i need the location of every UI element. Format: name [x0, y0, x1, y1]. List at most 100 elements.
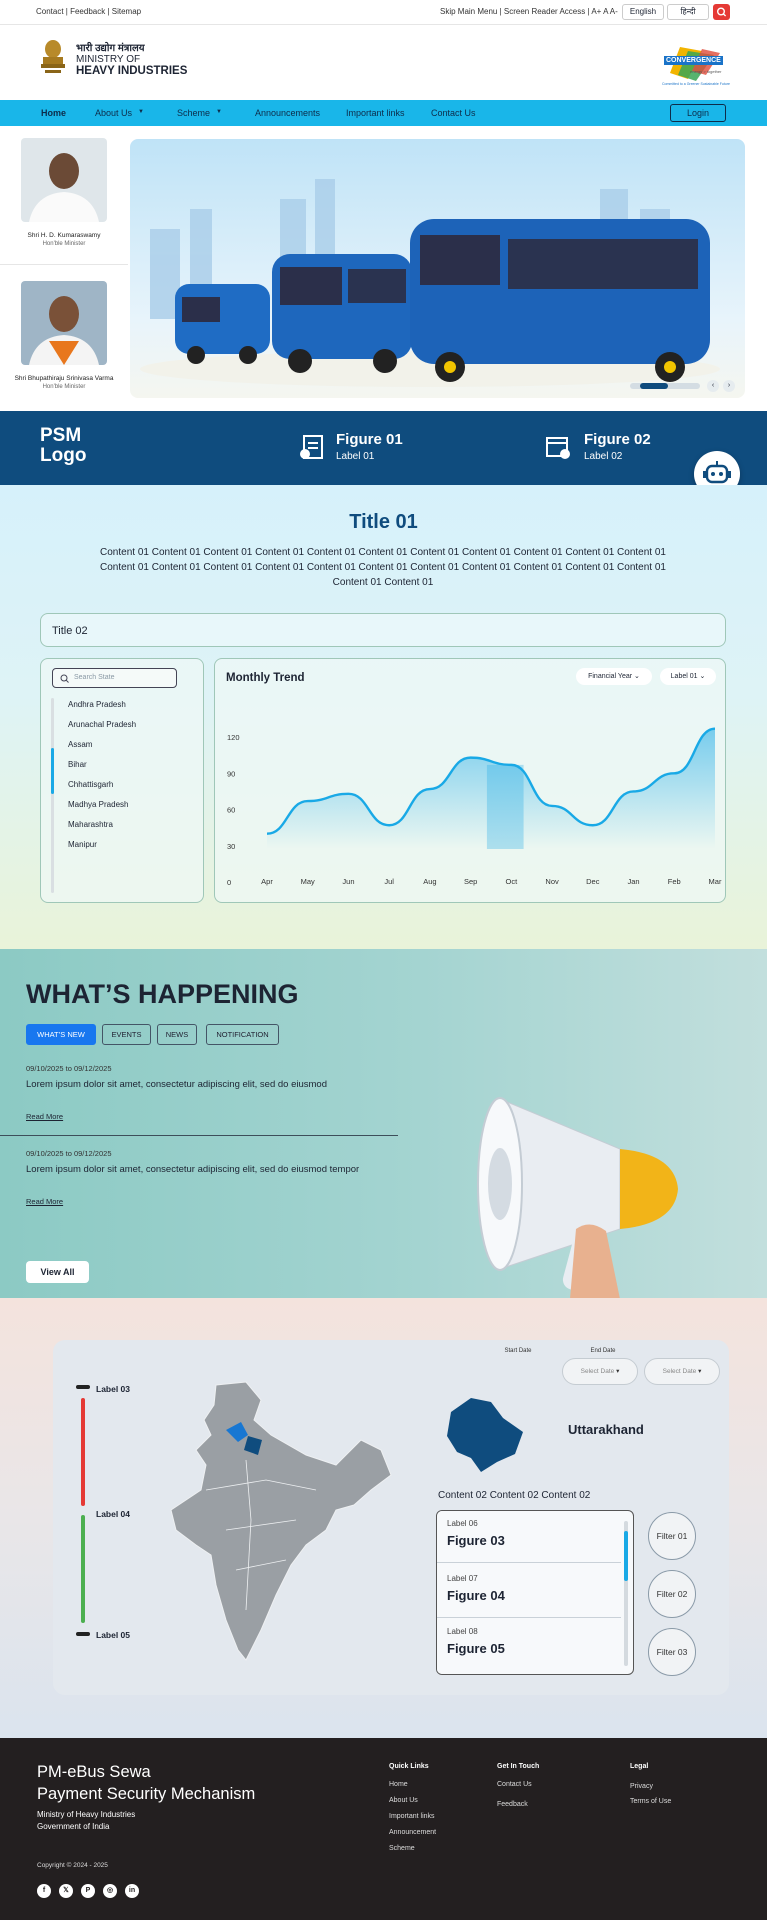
x-icon[interactable]: 𝕏	[59, 1884, 73, 1898]
figure-label: Label 02	[584, 451, 623, 462]
read-more-link[interactable]: Read More	[26, 1112, 63, 1121]
footer-link[interactable]: Contact Us	[497, 1781, 532, 1788]
minister-role: Hon'ble Minister	[42, 241, 86, 247]
state-name: Uttarakhand	[568, 1422, 644, 1437]
filter-button[interactable]: Filter 01	[648, 1512, 696, 1560]
legend-label: Label 05	[96, 1630, 131, 1640]
slider-indicator[interactable]	[630, 383, 700, 389]
linkedin-icon[interactable]: in	[125, 1884, 139, 1898]
view-all-button[interactable]: View All	[26, 1261, 89, 1283]
footer-link[interactable]: Terms of Use	[630, 1798, 671, 1805]
footer-link[interactable]: Home	[389, 1781, 408, 1788]
india-map[interactable]	[166, 1380, 396, 1670]
utility-links[interactable]: Contact | Feedback | Sitemap	[36, 7, 141, 16]
caret-down-icon: ▾	[698, 1368, 702, 1375]
figure-value: Figure 02	[584, 431, 651, 448]
figure-list: Label 06 Figure 03 Label 07 Figure 04 La…	[436, 1510, 634, 1675]
state-list-item[interactable]: Assam	[68, 739, 136, 759]
partner-tagline: Committed to a Greener Sustainable Futur…	[662, 82, 730, 86]
footer-link[interactable]: Scheme	[389, 1845, 415, 1852]
footer-link[interactable]: About Us	[389, 1797, 418, 1804]
news-date: 09/10/2025 to 09/12/2025	[26, 1149, 112, 1158]
footer-link[interactable]: Important links	[389, 1813, 435, 1820]
state-list-item[interactable]: Chhattisgarh	[68, 779, 136, 799]
chart-panel: Monthly Trend Financial Year ⌄ Label 01 …	[214, 658, 726, 903]
chevron-down-icon[interactable]: ▼	[216, 109, 222, 115]
filter-button[interactable]: Filter 02	[648, 1570, 696, 1618]
state-list-item[interactable]: Andhra Pradesh	[68, 699, 136, 719]
brand-header: भारी उद्योग मंत्रालय MINISTRY OF HEAVY I…	[0, 25, 767, 100]
minister-name: Shri H. D. Kumaraswamy	[27, 232, 101, 239]
footer-link[interactable]: Announcement	[389, 1829, 436, 1836]
state-list-item[interactable]: Manipur	[68, 839, 136, 859]
partner-logo-text: CONVERGENCE	[664, 56, 723, 65]
login-button[interactable]: Login	[670, 104, 726, 122]
instagram-icon[interactable]: ◎	[103, 1884, 117, 1898]
legend-label: Label 04	[96, 1509, 131, 1519]
read-more-link[interactable]: Read More	[26, 1197, 63, 1206]
filter-button[interactable]: Filter 03	[648, 1628, 696, 1676]
state-content: Content 02 Content 02 Content 02	[438, 1490, 591, 1501]
start-date-select[interactable]: Select Date ▾	[562, 1358, 638, 1385]
list-scrollbar[interactable]	[624, 1521, 628, 1666]
figure-value: Figure 03	[447, 1533, 505, 1548]
y-tick-label: 0	[227, 878, 231, 887]
next-arrow-icon[interactable]: ›	[723, 380, 735, 392]
nav-important-links[interactable]: Important links	[346, 108, 405, 118]
tab-news[interactable]: NEWS	[157, 1024, 197, 1045]
legend-bar-green	[81, 1515, 85, 1623]
x-tick-label: May	[301, 877, 315, 886]
nav-contact[interactable]: Contact Us	[431, 108, 476, 118]
state-list-item[interactable]: Maharashtra	[68, 819, 136, 839]
facebook-icon[interactable]: f	[37, 1884, 51, 1898]
ministry-line2: HEAVY INDUSTRIES	[76, 65, 188, 77]
list-scrollbar[interactable]	[51, 698, 54, 893]
lang-english[interactable]: English	[622, 4, 664, 20]
state-list-item[interactable]: Bihar	[68, 759, 136, 779]
start-date-label: Start Date	[504, 1348, 532, 1354]
title-bar-label: Title 02	[52, 625, 88, 637]
figure-value: Figure 04	[447, 1588, 505, 1603]
prev-arrow-icon[interactable]: ‹	[707, 380, 719, 392]
copyright: Copyright © 2024 - 2025	[37, 1862, 108, 1869]
x-tick-label: Aug	[423, 877, 436, 886]
divider	[0, 1135, 398, 1136]
minister-photo	[21, 138, 107, 222]
legend-marker	[76, 1632, 90, 1636]
legend-marker	[76, 1385, 90, 1389]
accessibility-links[interactable]: Skip Main Menu | Screen Reader Access | …	[440, 7, 618, 16]
ministry-hindi: भारी उद्योग मंत्रालय	[76, 43, 145, 54]
search-state-input[interactable]: Search State	[52, 668, 177, 688]
y-tick-label: 120	[227, 733, 240, 742]
figure-item: Label 06 Figure 03	[437, 1511, 621, 1563]
hero-banner: ‹ ›	[130, 139, 745, 398]
footer-col-head: Legal	[630, 1763, 649, 1770]
partner-logo: CONVERGENCE energy > together Committed …	[662, 45, 732, 86]
footer-link[interactable]: Feedback	[497, 1801, 528, 1808]
lang-hindi[interactable]: हिन्दी	[667, 4, 709, 20]
end-date-select[interactable]: Select Date ▾	[644, 1358, 720, 1385]
pinterest-icon[interactable]: P	[81, 1884, 95, 1898]
select-placeholder: Select Date	[662, 1368, 697, 1375]
figure-value: Figure 05	[447, 1641, 505, 1656]
state-list-item[interactable]: Arunachal Pradesh	[68, 719, 136, 739]
search-button[interactable]	[713, 4, 730, 20]
tab-events[interactable]: EVENTS	[102, 1024, 151, 1045]
nav-home[interactable]: Home	[41, 108, 66, 118]
tab-whats-new[interactable]: WHAT’S NEW	[26, 1024, 96, 1045]
megaphone-icon	[477, 1097, 678, 1299]
state-list-item[interactable]: Madhya Pradesh	[68, 799, 136, 819]
news-date: 09/10/2025 to 09/12/2025	[26, 1064, 112, 1073]
nav-announcements[interactable]: Announcements	[255, 108, 320, 118]
x-tick-label: Feb	[668, 877, 681, 886]
x-tick-label: Apr	[261, 877, 273, 886]
stats-band: PSM Logo Figure 01 Label 01 Figure 02 La…	[0, 411, 767, 497]
footer-link[interactable]: Privacy	[630, 1783, 653, 1790]
nav-scheme[interactable]: Scheme	[177, 108, 210, 118]
minister-card: Shri H. D. Kumaraswamy Hon'ble Minister	[0, 138, 128, 247]
news-text: Lorem ipsum dolor sit amet, consectetur …	[26, 1079, 327, 1090]
figure-label: Label 06	[447, 1519, 478, 1528]
chevron-down-icon[interactable]: ▼	[138, 109, 144, 115]
nav-about[interactable]: About Us	[95, 108, 132, 118]
tab-notification[interactable]: NOTIFICATION	[206, 1024, 279, 1045]
